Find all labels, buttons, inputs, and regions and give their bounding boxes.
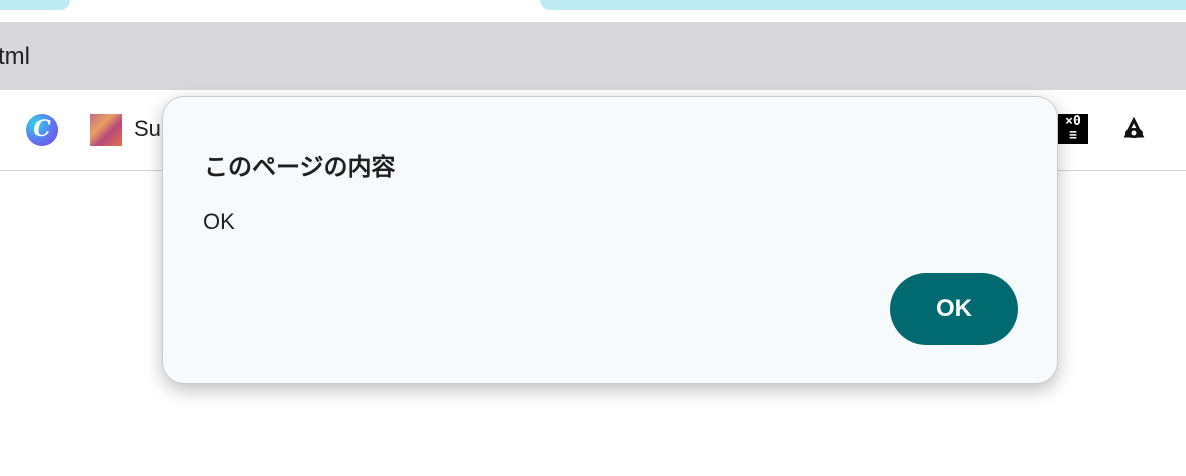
bookmark-label[interactable]: Su (134, 116, 161, 142)
active-tab[interactable] (540, 0, 1186, 10)
dialog-message: OK (203, 209, 235, 234)
eye-icon[interactable] (1120, 116, 1148, 144)
alert-dialog: このページの内容 OK OK (162, 96, 1058, 384)
tab[interactable] (0, 0, 70, 10)
address-bar[interactable] (0, 22, 1186, 90)
x-logo-icon[interactable]: ×0 ≡ (1058, 114, 1088, 144)
ok-button[interactable]: OK (890, 273, 1018, 345)
canva-icon[interactable]: C (26, 114, 58, 146)
tab-strip (0, 0, 1186, 22)
url-text[interactable]: tml (0, 43, 30, 71)
thumbnail-icon[interactable] (90, 114, 122, 146)
dialog-title: このページの内容 (204, 153, 396, 181)
